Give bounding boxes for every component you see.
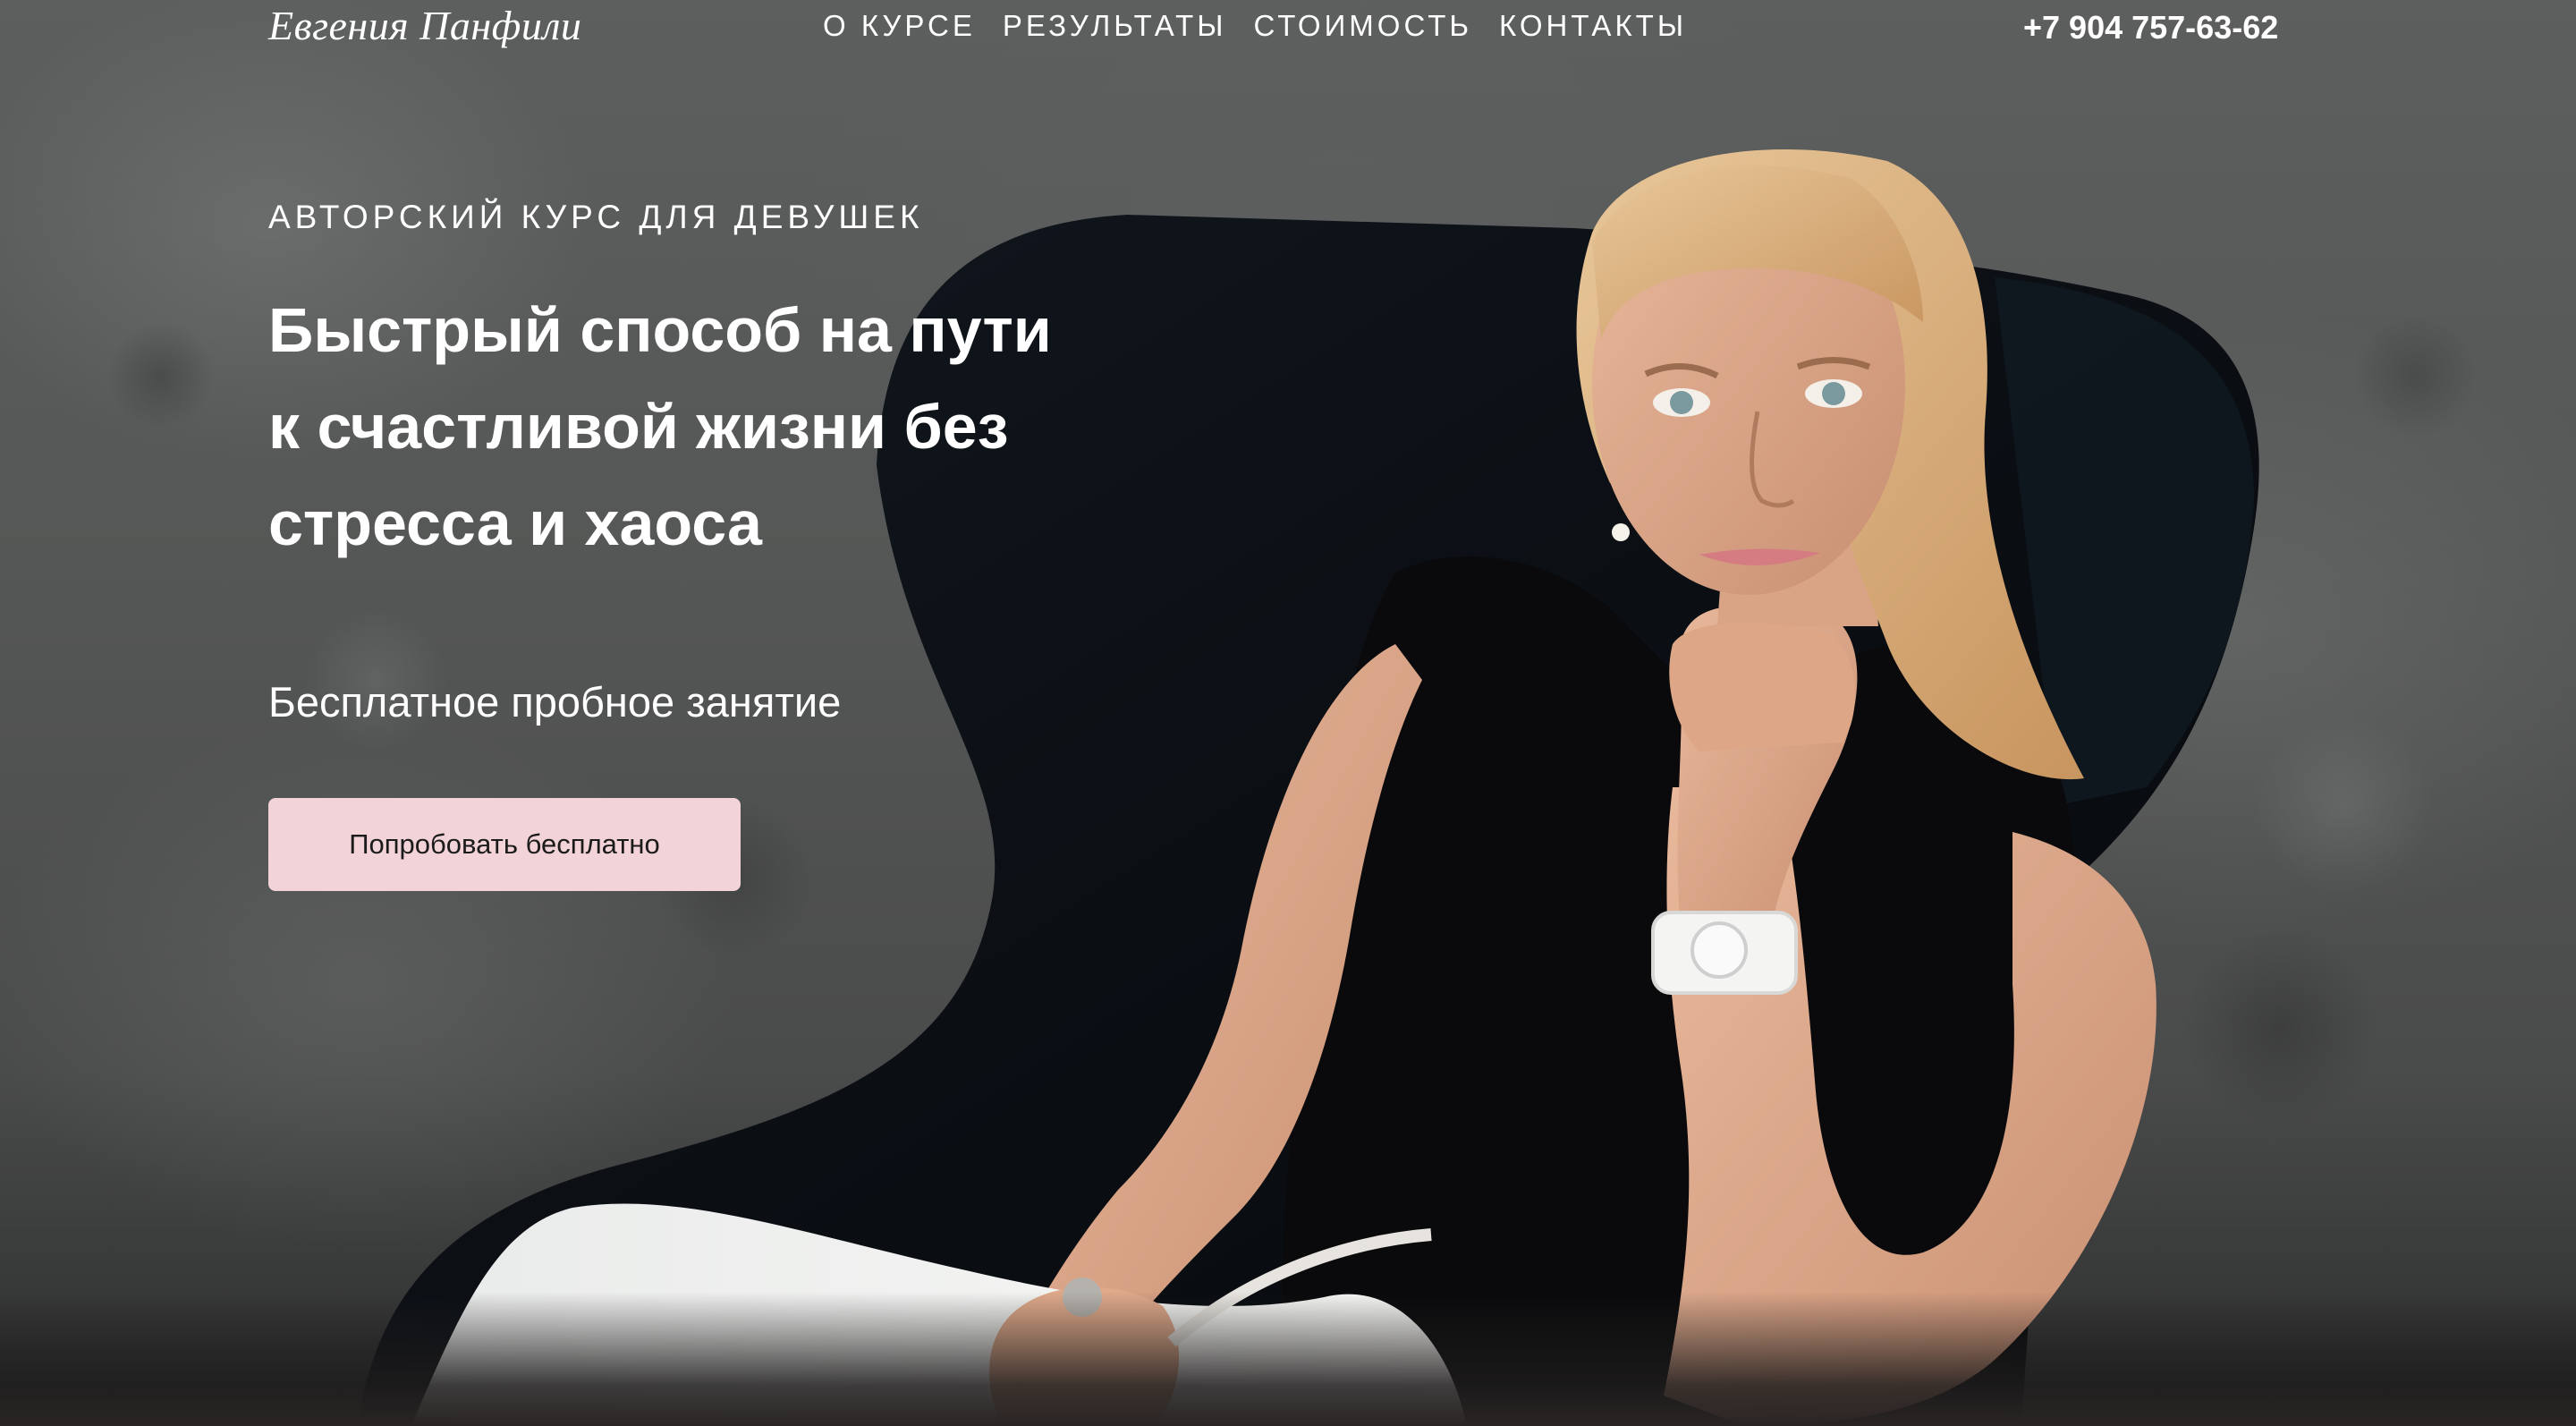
headline-line-1: Быстрый способ на пути	[268, 295, 1052, 365]
hero-headline: Быстрый способ на пути к счастливой жизн…	[268, 282, 1252, 572]
floor-shadow	[0, 1292, 2576, 1426]
try-free-button[interactable]: Попробовать бесплатно	[268, 798, 741, 891]
site-logo[interactable]: Евгения Панфили	[268, 2, 581, 49]
nav-item-price[interactable]: СТОИМОСТЬ	[1254, 9, 1473, 43]
headline-line-2: к счастливой жизни без	[268, 392, 1009, 462]
phone-link[interactable]: +7 904 757-63-62	[2023, 9, 2278, 47]
nav-item-results[interactable]: РЕЗУЛЬТАТЫ	[1003, 9, 1227, 43]
nav-item-about[interactable]: О КУРСЕ	[823, 9, 976, 43]
hero-section: Евгения Панфили О КУРСЕ РЕЗУЛЬТАТЫ СТОИМ…	[0, 0, 2576, 1426]
site-header: Евгения Панфили О КУРСЕ РЕЗУЛЬТАТЫ СТОИМ…	[0, 0, 2576, 54]
course-eyebrow: АВТОРСКИЙ КУРС ДЛЯ ДЕВУШЕК	[268, 199, 924, 235]
free-trial-subtitle: Бесплатное пробное занятие	[268, 678, 842, 726]
main-nav: О КУРСЕ РЕЗУЛЬТАТЫ СТОИМОСТЬ КОНТАКТЫ	[823, 9, 1687, 43]
headline-line-3: стресса и хаоса	[268, 488, 762, 558]
nav-item-contacts[interactable]: КОНТАКТЫ	[1499, 9, 1687, 43]
